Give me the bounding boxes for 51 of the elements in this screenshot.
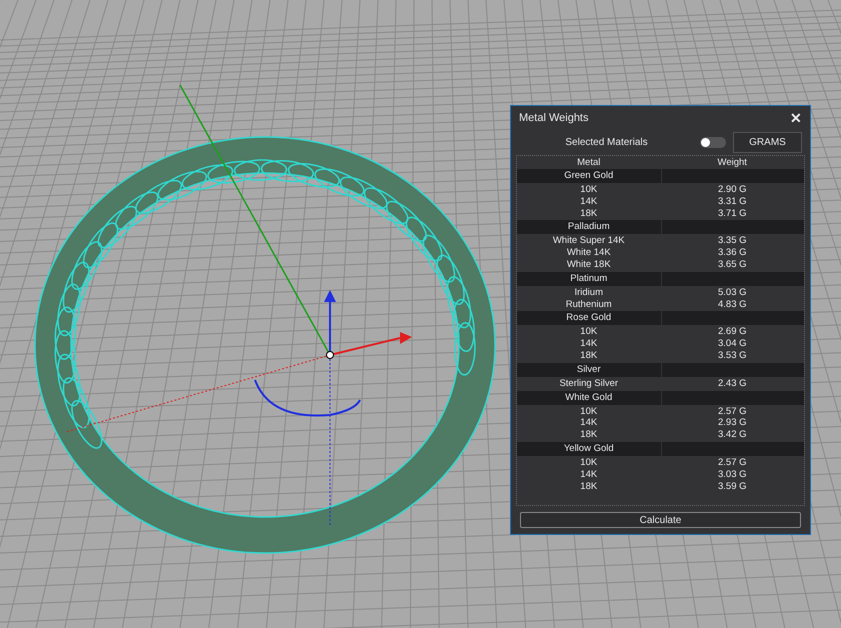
weight-cell-text: 3.04 G: [716, 338, 748, 350]
weight-cell-text: 4.83 G: [716, 298, 748, 310]
metal-cell-text: 10K: [579, 326, 598, 338]
metal-cell-text: Iridium: [573, 286, 604, 299]
metal-cell-text: 14K: [579, 338, 598, 350]
metal-cell-text: Ruthenium: [564, 298, 613, 310]
metal-cell-text: White Super 14K: [552, 235, 626, 248]
weight-cell-text: 3.35 G: [716, 235, 748, 248]
metal-cell-text: White 14K: [566, 247, 612, 259]
metal-cell-text: 10K: [579, 456, 598, 469]
weight-cell-text: 3.59 G: [716, 480, 748, 492]
group-header: Rose Gold: [517, 311, 660, 326]
weight-cell-text: 2.57 G: [716, 406, 748, 418]
metal-cell-text: 14K: [579, 417, 598, 430]
weight-cell-text: 2.57 G: [716, 456, 748, 469]
metal-cell-text: 10K: [579, 406, 598, 418]
weight-cell-text: 3.36 G: [716, 247, 748, 259]
weight-cell-text: 3.31 G: [716, 196, 748, 208]
weight-cell-text: 3.65 G: [716, 258, 748, 271]
metal-cell-text: 14K: [579, 468, 598, 481]
metal-cell-text: Sterling Silver: [558, 378, 620, 390]
weight-cell-text: 3.42 G: [716, 429, 748, 441]
calculate-button[interactable]: Calculate: [520, 512, 801, 528]
group-header: Palladium: [517, 220, 660, 234]
selected-materials-label: Selected Materials: [564, 136, 649, 150]
weight-cell-text: 3.71 G: [716, 208, 748, 220]
group-header: White Gold: [517, 390, 660, 405]
group-header: Platinum: [517, 272, 660, 286]
group-header: Silver: [517, 362, 660, 377]
weight-cell-text: 3.03 G: [716, 468, 748, 481]
metal-cell-text: 18K: [579, 429, 598, 441]
column-header: Weight: [716, 156, 748, 168]
selected-materials-toggle[interactable]: [700, 136, 726, 148]
metal-cell-text: White 18K: [566, 258, 612, 271]
weight-cell-text: 2.90 G: [716, 184, 748, 196]
weight-cell-text: 2.69 G: [716, 326, 748, 338]
group-header: Yellow Gold: [517, 442, 660, 456]
weight-cell-text: 5.03 G: [716, 286, 748, 299]
weight-cell-text: 2.93 G: [716, 417, 748, 430]
metal-cell-text: 18K: [579, 208, 598, 220]
metal-cell-text: 14K: [579, 196, 598, 208]
grams-button[interactable]: GRAMS: [733, 132, 802, 152]
column-header: Metal: [576, 156, 602, 168]
group-header: Green Gold: [517, 169, 660, 183]
weight-cell-text: 3.53 G: [716, 350, 748, 362]
close-button[interactable]: ✕: [790, 111, 802, 125]
metal-cell-text: 18K: [579, 350, 598, 362]
metal-cell-text: 18K: [579, 480, 598, 492]
weight-cell-text: 2.43 G: [716, 378, 748, 390]
metal-cell-text: 10K: [579, 184, 598, 196]
panel-title: Metal Weights: [519, 110, 588, 126]
